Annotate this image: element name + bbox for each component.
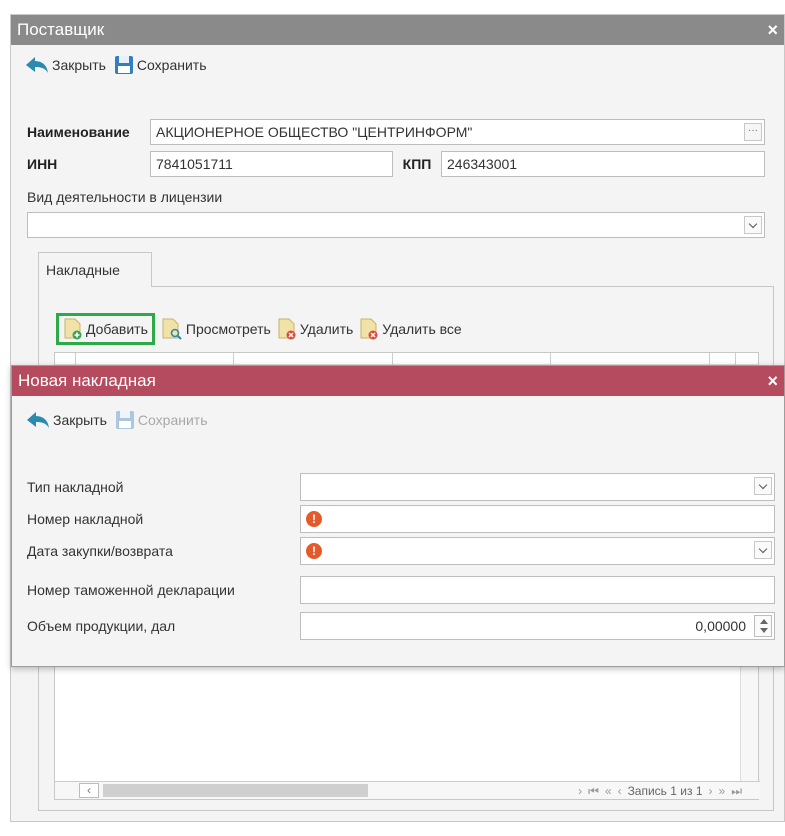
supplier-toolbar: Закрыть Сохранить	[11, 45, 784, 85]
invoice-number-row: Номер накладной !	[27, 505, 775, 533]
warning-icon: !	[306, 543, 322, 559]
dialog-title: Новая накладная	[18, 371, 156, 390]
supplier-title: Поставщик	[17, 20, 105, 39]
grid-horizontal-scrollbar[interactable]: ‹ › ⏮ « ‹ Запись 1 из 1 › » ⏭	[55, 781, 760, 799]
purchase-date-row: Дата закупки/возврата !	[27, 537, 775, 565]
volume-value: 0,00000	[695, 618, 746, 634]
name-value: АКЦИОНЕРНОЕ ОБЩЕСТВО "ЦЕНТРИНФОРМ"	[156, 124, 473, 140]
volume-stepper[interactable]	[754, 615, 772, 637]
name-field[interactable]: АКЦИОНЕРНОЕ ОБЩЕСТВО "ЦЕНТРИНФОРМ" ···	[150, 119, 765, 145]
invoice-number-field[interactable]: !	[300, 505, 775, 533]
chevron-down-icon[interactable]	[744, 216, 762, 234]
name-lookup-button[interactable]: ···	[744, 123, 762, 141]
kpp-field[interactable]: 246343001	[441, 151, 765, 177]
dialog-save-label: Сохранить	[137, 412, 208, 428]
new-invoice-dialog: Новая накладная × Закрыть Сохранить Тип …	[11, 365, 785, 667]
volume-field[interactable]: 0,00000	[300, 612, 775, 640]
supplier-close-button[interactable]: Закрыть	[25, 55, 106, 75]
pager-prev-fast-icon[interactable]: «	[605, 782, 612, 800]
chevron-down-icon[interactable]	[754, 477, 772, 495]
warning-icon: !	[306, 511, 322, 527]
delete-invoice-button[interactable]: Удалить	[277, 318, 353, 340]
inn-kpp-row: ИНН 7841051711 КПП 246343001	[27, 151, 765, 177]
scroll-left-icon[interactable]: ‹	[79, 783, 99, 798]
supplier-close-icon[interactable]: ×	[767, 15, 778, 45]
supplier-titlebar: Поставщик ×	[11, 15, 784, 45]
dialog-toolbar: Закрыть Сохранить	[12, 396, 784, 444]
doc-delete-icon	[278, 318, 296, 340]
doc-delete-all-icon	[360, 318, 378, 340]
inn-label: ИНН	[27, 156, 58, 172]
pager-last-icon[interactable]: ⏭	[731, 782, 742, 800]
supplier-close-label: Закрыть	[52, 57, 106, 73]
doc-view-icon	[162, 318, 182, 340]
tab-invoices-label: Накладные	[46, 262, 120, 278]
scroll-thumb[interactable]	[103, 784, 368, 797]
floppy-save-icon	[114, 56, 133, 74]
pager-next2-icon[interactable]: ›	[709, 782, 713, 800]
inn-value: 7841051711	[156, 156, 233, 172]
supplier-save-button[interactable]: Сохранить	[114, 55, 207, 75]
dialog-close-button[interactable]: Закрыть	[26, 410, 107, 430]
name-row: Наименование АКЦИОНЕРНОЕ ОБЩЕСТВО "ЦЕНТР…	[27, 119, 765, 145]
view-invoice-label: Просмотреть	[185, 321, 271, 337]
supplier-save-label: Сохранить	[136, 57, 207, 73]
activity-combo[interactable]	[27, 212, 765, 238]
back-arrow-icon	[26, 57, 48, 73]
name-label: Наименование	[27, 124, 130, 140]
dialog-titlebar: Новая накладная ×	[12, 366, 784, 396]
chevron-down-icon[interactable]	[754, 541, 772, 559]
purchase-date-label: Дата закупки/возврата	[27, 543, 173, 559]
delete-invoice-label: Удалить	[299, 321, 354, 337]
doc-add-icon	[64, 318, 82, 340]
pager-prev-icon[interactable]: ‹	[618, 782, 622, 800]
delete-all-invoices-label: Удалить все	[382, 321, 462, 337]
customs-label: Номер таможенной декларации	[27, 582, 235, 598]
invoice-type-row: Тип накладной	[27, 473, 775, 501]
dialog-close-icon[interactable]: ×	[767, 366, 778, 396]
grid-header	[55, 353, 758, 365]
kpp-label: КПП	[402, 156, 432, 172]
activity-label: Вид деятельности в лицензии	[27, 189, 223, 205]
floppy-save-icon	[115, 411, 134, 429]
delete-all-invoices-button[interactable]: Удалить все	[359, 318, 462, 340]
inn-field[interactable]: 7841051711	[150, 151, 393, 177]
customs-row: Номер таможенной декларации	[27, 576, 775, 604]
invoice-type-label: Тип накладной	[27, 479, 124, 495]
invoice-number-label: Номер накладной	[27, 511, 144, 527]
pager-next-fast-icon[interactable]: »	[719, 782, 726, 800]
view-invoice-button[interactable]: Просмотреть	[161, 318, 271, 340]
purchase-date-field[interactable]: !	[300, 537, 775, 565]
tab-invoices[interactable]: Накладные	[38, 252, 152, 287]
volume-row: Объем продукции, дал 0,00000	[27, 612, 775, 640]
pager-record-text: Запись 1 из 1	[627, 784, 703, 798]
dialog-close-label: Закрыть	[53, 412, 107, 428]
back-arrow-icon	[27, 412, 49, 428]
dialog-save-button[interactable]: Сохранить	[115, 410, 208, 430]
add-invoice-label: Добавить	[86, 321, 148, 337]
kpp-value: 246343001	[447, 156, 518, 172]
volume-label: Объем продукции, дал	[27, 618, 176, 634]
customs-declaration-field[interactable]	[300, 576, 775, 604]
add-invoice-button[interactable]: Добавить	[56, 313, 155, 345]
invoice-type-combo[interactable]	[300, 473, 775, 501]
invoices-toolbar: Добавить Просмотреть Удалить Удалить все	[56, 313, 462, 345]
pager-first-icon[interactable]: ⏮	[588, 782, 599, 800]
pager-next-icon[interactable]: ›	[578, 782, 582, 800]
grid-pager: › ⏮ « ‹ Запись 1 из 1 › » ⏭	[578, 782, 742, 800]
